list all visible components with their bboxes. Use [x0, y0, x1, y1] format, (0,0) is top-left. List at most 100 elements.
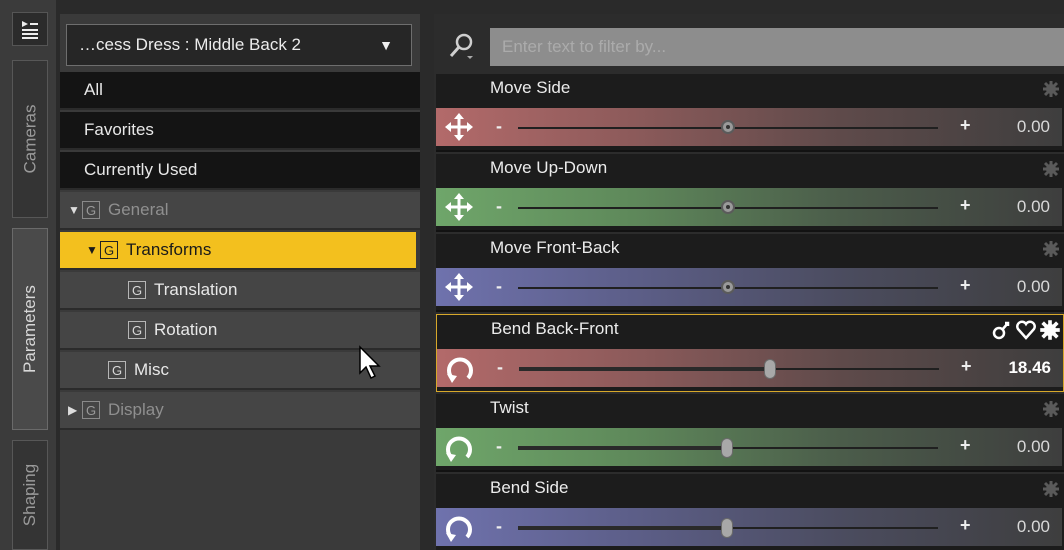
parameter-name: Bend Back-Front	[491, 319, 619, 338]
decrement-button[interactable]: -	[496, 276, 502, 297]
pane-options-button[interactable]	[12, 12, 48, 46]
slider-knob[interactable]	[721, 200, 735, 214]
parameter-row[interactable]: Bend Side - +0.00	[436, 474, 1064, 550]
gear-icon[interactable]	[1040, 478, 1062, 500]
tab-shaping[interactable]: Shaping	[12, 440, 48, 550]
parameter-value[interactable]: 0.00	[1017, 197, 1050, 217]
favorite-heart-icon[interactable]	[1015, 319, 1037, 341]
tree-item-display[interactable]: ▶ G Display	[60, 392, 420, 430]
parameter-row[interactable]: Bend Back-Front - +18.46	[436, 314, 1064, 392]
group-icon: G	[128, 321, 146, 339]
tree-item-currently-used[interactable]: Currently Used	[60, 152, 420, 190]
filter-input[interactable]	[490, 28, 1064, 66]
parameter-name: Move Side	[490, 78, 571, 97]
node-selector-dropdown[interactable]: …cess Dress : Middle Back 2 ▼	[66, 24, 412, 66]
translate-icon[interactable]	[442, 110, 476, 144]
tab-cameras[interactable]: Cameras	[12, 60, 48, 218]
increment-button[interactable]: +	[960, 275, 971, 296]
filter-bar	[434, 22, 1064, 68]
tree-item-label: Currently Used	[84, 160, 198, 179]
gear-icon[interactable]	[1040, 238, 1062, 260]
slider-fill	[519, 367, 764, 371]
gear-icon[interactable]	[1040, 78, 1062, 100]
rotate-icon[interactable]	[442, 430, 476, 464]
rotate-icon[interactable]	[443, 351, 477, 385]
translate-icon[interactable]	[442, 270, 476, 304]
group-icon: G	[82, 201, 100, 219]
tree-item-all[interactable]: All	[60, 72, 420, 110]
increment-button[interactable]: +	[960, 515, 971, 536]
search-icon	[449, 33, 473, 59]
parameter-row[interactable]: Move Front-Back - +0.00	[436, 234, 1064, 312]
expanded-triangle-icon[interactable]: ▼	[68, 203, 82, 217]
decrement-button[interactable]: -	[496, 116, 502, 137]
parameter-slider[interactable]: - +18.46	[437, 349, 1063, 387]
parameter-slider[interactable]: - +0.00	[436, 268, 1062, 306]
parameter-value[interactable]: 0.00	[1017, 437, 1050, 457]
node-selector-label: …cess Dress : Middle Back 2	[79, 35, 302, 54]
parameter-row[interactable]: Twist - +0.00	[436, 394, 1064, 472]
increment-button[interactable]: +	[960, 435, 971, 456]
parameter-slider[interactable]: - +0.00	[436, 188, 1062, 226]
parameter-slider[interactable]: - +0.00	[436, 108, 1062, 146]
tree-item-label: General	[108, 200, 169, 219]
tree-item-label: Misc	[134, 360, 169, 379]
parameter-value[interactable]: 0.00	[1017, 517, 1050, 537]
group-icon: G	[108, 361, 126, 379]
slider-fill	[518, 446, 721, 450]
increment-button[interactable]: +	[960, 195, 971, 216]
gear-icon[interactable]	[1039, 319, 1061, 341]
slider-fill	[518, 526, 721, 530]
tree-item-general[interactable]: ▼ G General	[60, 192, 420, 230]
increment-button[interactable]: +	[960, 115, 971, 136]
tree-item-label: Rotation	[154, 320, 218, 339]
group-icon: G	[82, 401, 100, 419]
property-group-tree: …cess Dress : Middle Back 2 ▼ All Favori…	[60, 14, 420, 550]
parameter-row[interactable]: Move Side - +0.00	[436, 74, 1064, 152]
slider-knob[interactable]	[721, 438, 733, 458]
parameter-value[interactable]: 0.00	[1017, 117, 1050, 137]
gear-icon[interactable]	[1040, 158, 1062, 180]
rotate-icon[interactable]	[442, 510, 476, 544]
slider-knob[interactable]	[764, 359, 776, 379]
parameter-name: Move Front-Back	[490, 238, 620, 257]
search-button[interactable]	[442, 26, 482, 66]
decrement-button[interactable]: -	[496, 516, 502, 537]
decrement-button[interactable]: -	[496, 196, 502, 217]
slider-knob[interactable]	[721, 280, 735, 294]
decrement-button[interactable]: -	[497, 357, 503, 378]
parameter-name: Twist	[490, 398, 529, 417]
tree-item-label: Display	[108, 400, 164, 419]
tab-parameters-label: Parameters	[20, 285, 39, 373]
tab-parameters[interactable]: Parameters	[12, 228, 48, 430]
link-icon[interactable]	[991, 319, 1013, 341]
chevron-down-icon: ▼	[379, 37, 393, 53]
mouse-cursor-icon	[359, 345, 381, 380]
parameter-actions	[991, 319, 1061, 341]
parameters-list: Move Side-+0.00Move Up-Down-+0.00Move Fr…	[434, 14, 1064, 550]
decrement-button[interactable]: -	[496, 436, 502, 457]
tab-shaping-label: Shaping	[20, 463, 40, 527]
slider-knob[interactable]	[721, 120, 735, 134]
parameter-value[interactable]: 0.00	[1017, 277, 1050, 297]
tab-cameras-label: Cameras	[20, 104, 39, 174]
translate-icon[interactable]	[442, 190, 476, 224]
group-icon: G	[100, 241, 118, 259]
parameter-value[interactable]: 18.46	[1008, 358, 1051, 378]
parameters-pane: Cameras Parameters Shaping …cess Dress :…	[0, 0, 1064, 550]
tree-item-translation[interactable]: G Translation	[60, 272, 420, 310]
parameter-row[interactable]: Move Up-Down - +0.00	[436, 154, 1064, 232]
tree-item-transforms[interactable]: ▼ G Transforms	[60, 232, 416, 270]
parameter-slider[interactable]: - +0.00	[436, 428, 1062, 466]
gear-icon[interactable]	[1040, 398, 1062, 420]
parameter-slider[interactable]: - +0.00	[436, 508, 1062, 546]
expanded-triangle-icon[interactable]: ▼	[86, 243, 100, 257]
tree-item-favorites[interactable]: Favorites	[60, 112, 420, 150]
pane-tab-strip: Cameras Parameters Shaping	[0, 0, 56, 550]
tree-item-label: All	[84, 80, 103, 99]
tree-item-label: Favorites	[84, 120, 154, 139]
slider-knob[interactable]	[721, 518, 733, 538]
group-icon: G	[128, 281, 146, 299]
collapsed-triangle-icon[interactable]: ▶	[68, 403, 82, 417]
increment-button[interactable]: +	[961, 356, 972, 377]
